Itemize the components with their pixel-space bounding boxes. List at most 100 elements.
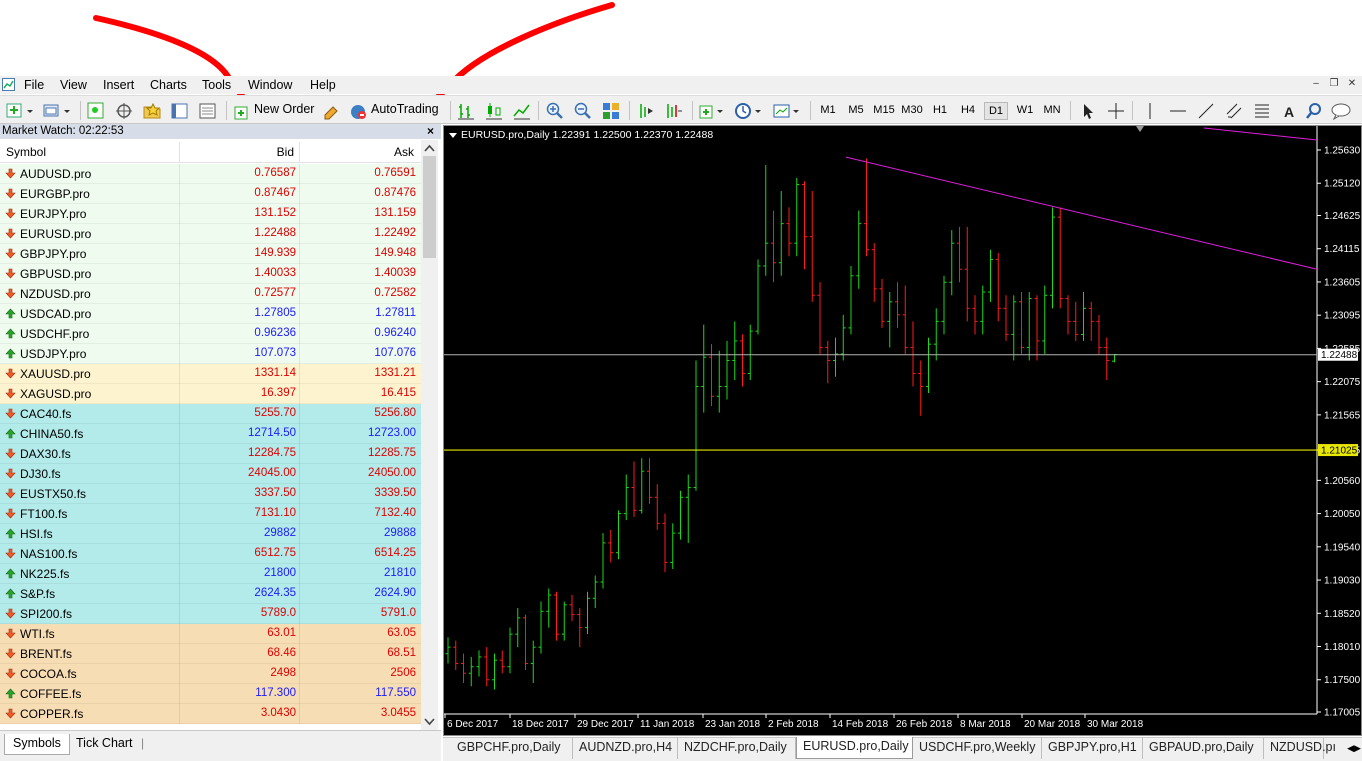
menu-window[interactable]: Window	[248, 78, 292, 92]
market-watch-row[interactable]: EURJPY.pro 131.152 131.159	[0, 204, 421, 224]
market-watch-row[interactable]: NAS100.fs 6512.75 6514.25	[0, 544, 421, 564]
market-watch-row[interactable]: EURGBP.pro 0.87467 0.87476	[0, 184, 421, 204]
scrollbar-thumb[interactable]	[423, 156, 436, 258]
market-watch-row[interactable]: S&P.fs 2624.35 2624.90	[0, 584, 421, 604]
market-watch-row[interactable]: NK225.fs 21800 21810	[0, 564, 421, 584]
indicators-icon[interactable]	[698, 101, 728, 121]
data-window-icon[interactable]	[114, 101, 134, 121]
market-watch-row[interactable]: GBPUSD.pro 1.40033 1.40039	[0, 264, 421, 284]
market-watch-row[interactable]: GBPJPY.pro 149.939 149.948	[0, 244, 421, 264]
chart-tab[interactable]: EURUSD.pro,Daily	[796, 737, 913, 759]
tab-scroll-icon[interactable]: ◀▶	[1346, 739, 1362, 758]
text-tool-icon[interactable]: A	[1280, 101, 1300, 121]
market-watch-row[interactable]: NZDUSD.pro 0.72577 0.72582	[0, 284, 421, 304]
chart-tab[interactable]: GBPAUD.pro,Daily	[1143, 738, 1264, 759]
tf-m1[interactable]: M1	[816, 102, 840, 120]
market-watch-row[interactable]: DJ30.fs 24045.00 24050.00	[0, 464, 421, 484]
tab-tick-chart[interactable]: Tick Chart	[68, 734, 141, 755]
column-ask[interactable]: Ask	[300, 145, 414, 159]
market-watch-row[interactable]: XAGUSD.pro 16.397 16.415	[0, 384, 421, 404]
minimize-button[interactable]: –	[1309, 78, 1323, 90]
market-watch-close-icon[interactable]: ×	[427, 124, 439, 138]
market-watch-row[interactable]: COCOA.fs 2498 2506	[0, 664, 421, 684]
bar-chart-icon[interactable]	[456, 101, 476, 121]
tile-windows-icon[interactable]	[601, 101, 621, 121]
tf-m5[interactable]: M5	[844, 102, 868, 120]
market-watch-row[interactable]: SPI200.fs 5789.0 5791.0	[0, 604, 421, 624]
metaeditor-icon[interactable]	[322, 101, 342, 121]
market-watch-row[interactable]: COFFEE.fs 117.300 117.550	[0, 684, 421, 704]
market-watch-row[interactable]: EURUSD.pro 1.22488 1.22492	[0, 224, 421, 244]
new-order-button[interactable]: New Order	[254, 102, 314, 116]
autoscroll-icon[interactable]	[664, 101, 684, 121]
profiles-icon[interactable]	[42, 101, 72, 121]
zoom-out-icon[interactable]	[573, 101, 593, 121]
market-watch-row[interactable]: FT100.fs 7131.10 7132.40	[0, 504, 421, 524]
trendline-icon[interactable]	[1196, 101, 1216, 121]
fibonacci-icon[interactable]	[1252, 101, 1272, 121]
autotrading-icon[interactable]	[348, 101, 368, 121]
tf-w1[interactable]: W1	[1013, 102, 1037, 120]
chart-tab[interactable]: USDCHF.pro,Weekly	[913, 738, 1042, 759]
market-watch-row[interactable]: AUDUSD.pro 0.76587 0.76591	[0, 164, 421, 184]
menu-insert[interactable]: Insert	[103, 78, 134, 92]
column-bid[interactable]: Bid	[180, 145, 294, 159]
vertical-line-icon[interactable]	[1140, 101, 1160, 121]
candlestick-icon[interactable]	[484, 101, 504, 121]
trendline[interactable]	[845, 156, 1318, 270]
tf-d1[interactable]: D1	[984, 102, 1008, 120]
price-chart[interactable]: 1.25630 1.25120 1.24625 1.24115 1.23605 1.230…	[444, 126, 1362, 737]
menu-tools[interactable]: Tools	[202, 78, 231, 92]
market-watch-row[interactable]: CAC40.fs 5255.70 5256.80	[0, 404, 421, 424]
tf-h1[interactable]: H1	[928, 102, 952, 120]
column-symbol[interactable]: Symbol	[6, 145, 46, 159]
market-watch-row[interactable]: COPPER.fs 3.0430 3.0455	[0, 704, 421, 724]
strategy-tester-icon[interactable]	[198, 101, 218, 121]
channel-icon[interactable]	[1224, 101, 1244, 121]
market-watch-row[interactable]: WTI.fs 63.01 63.05	[0, 624, 421, 644]
terminal-icon[interactable]	[170, 101, 190, 121]
market-watch-scrollbar[interactable]	[421, 140, 438, 730]
zoom-in-icon[interactable]	[545, 101, 565, 121]
menu-charts[interactable]: Charts	[150, 78, 187, 92]
cursor-icon[interactable]	[1078, 101, 1098, 121]
chart-tab[interactable]: GBPCHF.pro,Daily	[451, 738, 573, 759]
templates-icon[interactable]	[772, 101, 802, 121]
market-watch-row[interactable]: DAX30.fs 12284.75 12285.75	[0, 444, 421, 464]
periods-icon[interactable]	[734, 101, 764, 121]
market-watch-row[interactable]: USDJPY.pro 107.073 107.076	[0, 344, 421, 364]
chat-icon[interactable]	[1330, 101, 1360, 121]
chart-dropdown-icon[interactable]	[449, 132, 457, 138]
menu-view[interactable]: View	[60, 78, 87, 92]
new-order-icon[interactable]	[232, 101, 252, 121]
chart-tab[interactable]: NZDUSD.pı	[1264, 738, 1336, 759]
market-watch-row[interactable]: USDCAD.pro 1.27805 1.27811	[0, 304, 421, 324]
close-window-button[interactable]: ✕	[1345, 78, 1359, 90]
chart-shift-icon[interactable]	[636, 101, 656, 121]
tf-m30[interactable]: M30	[900, 102, 924, 120]
tf-m15[interactable]: M15	[872, 102, 896, 120]
chart-window[interactable]: 1.25630 1.25120 1.24625 1.24115 1.23605 1.230…	[443, 125, 1362, 736]
search-icon[interactable]	[1304, 101, 1324, 121]
market-watch-row[interactable]: USDCHF.pro 0.96236 0.96240	[0, 324, 421, 344]
market-watch-row[interactable]: HSI.fs 29882 29888	[0, 524, 421, 544]
menu-help[interactable]: Help	[310, 78, 336, 92]
scroll-down-icon[interactable]	[424, 718, 435, 726]
autotrading-button[interactable]: AutoTrading	[371, 102, 439, 116]
market-watch-row[interactable]: BRENT.fs 68.46 68.51	[0, 644, 421, 664]
tab-symbols[interactable]: Symbols	[4, 734, 70, 755]
tf-mn[interactable]: MN	[1040, 102, 1064, 120]
new-chart-icon[interactable]	[5, 101, 35, 121]
chart-tab[interactable]: AUDNZD.pro,H4	[573, 738, 678, 759]
trendline-upper[interactable]	[1203, 127, 1318, 141]
chart-tab[interactable]: NZDCHF.pro,Daily	[678, 738, 796, 759]
chart-tab[interactable]: GBPJPY.pro,H1	[1042, 738, 1143, 759]
market-watch-row[interactable]: CHINA50.fs 12714.50 12723.00	[0, 424, 421, 444]
market-watch-row[interactable]: EUSTX50.fs 3337.50 3339.50	[0, 484, 421, 504]
market-watch-row[interactable]: XAUUSD.pro 1331.14 1331.21	[0, 364, 421, 384]
tf-h4[interactable]: H4	[956, 102, 980, 120]
chart-shift-marker[interactable]	[1136, 126, 1144, 132]
horizontal-line-icon[interactable]	[1168, 101, 1188, 121]
menu-file[interactable]: File	[24, 78, 44, 92]
crosshair-icon[interactable]	[1106, 101, 1126, 121]
